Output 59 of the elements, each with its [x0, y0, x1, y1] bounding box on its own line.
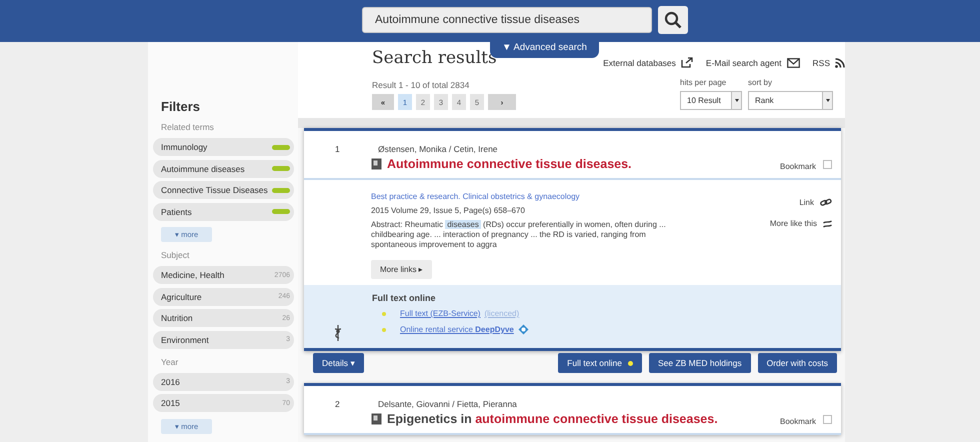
- header-link[interactable]: RSS: [812, 58, 830, 68]
- result-number: 2: [335, 399, 341, 409]
- filter-group-heading: Year: [161, 356, 180, 366]
- filter-group-heading: Subject: [161, 250, 190, 260]
- hits-label: hits per page: [680, 78, 728, 87]
- caret-icon: [734, 99, 738, 102]
- relevance-bar-icon: [272, 188, 290, 192]
- search-field[interactable]: Autoimmune connective tissue diseases: [362, 7, 652, 33]
- bookmark-checkbox[interactable]: [823, 415, 832, 424]
- document-icon: [371, 158, 382, 170]
- caret-icon: [826, 99, 830, 102]
- filter-group-heading: Related terms: [161, 122, 215, 132]
- filter-item[interactable]: Connective Tissue Diseases: [153, 181, 294, 199]
- result-authors: Delsante, Giovanni / Fietta, Pieranna: [378, 399, 518, 409]
- filter-item[interactable]: Autoimmune diseases: [153, 160, 294, 178]
- fulltext-link[interactable]: Online rental service DeepDyve: [400, 325, 514, 334]
- approx-icon: [823, 220, 832, 228]
- action-button[interactable]: Full text online: [558, 353, 642, 373]
- details-button[interactable]: Details ▾: [313, 353, 364, 373]
- bookmark-label: Bookmark: [780, 162, 816, 171]
- mail-icon: [786, 58, 800, 68]
- result-summary: Result 1 - 10 of total 2834: [372, 80, 470, 90]
- external-link-icon: [680, 57, 693, 68]
- abstract-text: Abstract: Rheumatic diseases (RDs) occur preferentially in women, often during ... childbearing age. ... interaction of pregnancy ... the RD is varied, ranging from spontaneous improvement to aggra: [371, 220, 667, 250]
- filters-heading: Filters: [161, 99, 202, 114]
- search-icon: [664, 11, 682, 29]
- action-button[interactable]: See ZB MED holdings: [648, 353, 751, 373]
- bookmark-label: Bookmark: [780, 417, 816, 426]
- relevance-bar-icon: [272, 209, 290, 214]
- action-button[interactable]: Order with costs: [758, 353, 837, 373]
- relevance-bar-icon: [272, 166, 290, 171]
- result-title[interactable]: Autoimmune connective tissue diseases.: [387, 157, 632, 171]
- rss-icon: [835, 58, 845, 68]
- more-links-button[interactable]: More links ▸: [371, 260, 432, 279]
- result-authors: Østensen, Monika / Cetin, Irene: [378, 144, 499, 154]
- sort-label: sort by: [748, 78, 774, 87]
- header-link[interactable]: E-Mail search agent: [706, 58, 782, 68]
- hits-dropdown[interactable]: 10 Result: [680, 91, 742, 110]
- fulltext-heading: Full text online: [372, 293, 437, 303]
- document-icon: [371, 413, 382, 425]
- licence-note: (licenced): [484, 309, 520, 318]
- relevance-bar-icon: [272, 144, 290, 150]
- citation-text: 2015 Volume 29, Issue 5, Page(s) 658–670: [371, 206, 526, 215]
- result-number: 1: [335, 144, 341, 154]
- journal-link[interactable]: Best practice & research. Clinical obstetrics & gynaecology: [371, 192, 770, 201]
- link-icon: [820, 198, 832, 207]
- side-link[interactable]: Link: [799, 198, 814, 207]
- sort-dropdown[interactable]: Rank: [748, 91, 833, 110]
- search-button[interactable]: [658, 6, 688, 34]
- bullet-icon: [382, 312, 386, 316]
- bullet-icon: [382, 328, 386, 332]
- header-link[interactable]: External databases: [603, 58, 676, 68]
- result-title[interactable]: Epigenetics in autoimmune connective tissue diseases.: [387, 412, 718, 426]
- filter-item[interactable]: Patients: [153, 202, 294, 220]
- fulltext-link[interactable]: Full text (EZB-Service): [400, 309, 480, 318]
- bookmark-checkbox[interactable]: [823, 160, 832, 169]
- caduceus-icon: [334, 325, 342, 341]
- side-link[interactable]: More like this: [770, 219, 817, 228]
- filter-item[interactable]: Immunology: [153, 138, 294, 156]
